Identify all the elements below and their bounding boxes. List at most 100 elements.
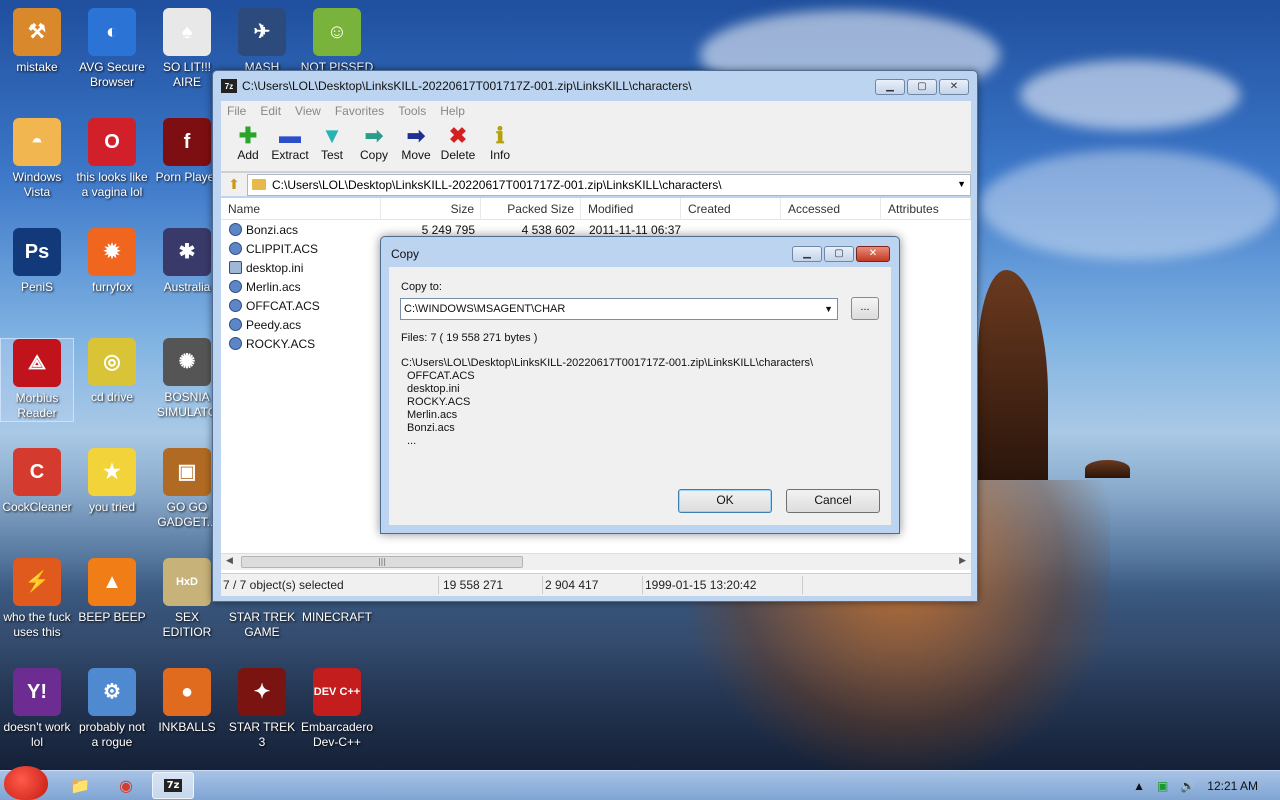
desktop-icon[interactable]: ⟁ Morbius Reader <box>0 338 74 422</box>
toolbar: ✚ Add ▬ Extract ▼ Test ➡ Copy ➡ Move ✖ Delete ℹ Info <box>221 121 971 171</box>
clock[interactable]: 12:21 AM <box>1207 779 1258 793</box>
taskbar-chrome-icon[interactable]: ◉ <box>106 772 146 799</box>
extract-icon: ▬ <box>279 123 301 148</box>
file-size: 5 249 795 <box>421 222 475 237</box>
desktop-icon-label: BEEP BEEP <box>78 610 146 624</box>
menu-edit[interactable]: Edit <box>260 101 289 121</box>
desktop-icon[interactable]: ✈ MASH <box>225 8 299 75</box>
cancel-button[interactable]: Cancel <box>786 489 880 513</box>
close-button[interactable]: ✕ <box>939 79 969 95</box>
desktop-icon-label: CockCleaner <box>2 500 72 514</box>
copy-to-combobox[interactable]: C:\WINDOWS\MSAGENT\CHAR ▼ <box>400 298 838 320</box>
chevron-down-icon[interactable]: ▼ <box>824 304 833 314</box>
7zip-logo-icon: 7z <box>221 79 237 93</box>
volume-icon[interactable]: 🔊 <box>1180 779 1195 793</box>
desktop-icon[interactable]: ▲ BEEP BEEP <box>75 558 149 625</box>
column-packed-size[interactable]: Packed Size <box>481 198 581 219</box>
small-rock <box>1085 460 1130 478</box>
desktop-icon[interactable]: ⚒ mistake <box>0 8 74 75</box>
column-name[interactable]: Name <box>221 198 381 219</box>
toolbar-move-button[interactable]: ➡ Move <box>395 121 437 171</box>
test-icon: ▼ <box>321 123 343 148</box>
dialog-body: Copy to: C:\WINDOWS\MSAGENT\CHAR ▼ ... F… <box>389 267 891 525</box>
toolbar-test-button[interactable]: ▼ Test <box>311 121 353 171</box>
toolbar-copy-button[interactable]: ➡ Copy <box>353 121 395 171</box>
desktop-icon[interactable]: ☺ NOT PISSED <box>300 8 374 75</box>
dialog-close-button[interactable]: ✕ <box>856 246 890 262</box>
menu-help[interactable]: Help <box>440 101 473 121</box>
column-modified[interactable]: Modified <box>581 198 681 219</box>
ok-button[interactable]: OK <box>678 489 772 513</box>
desktop-icon[interactable]: ★ you tried <box>75 448 149 515</box>
taskbar-explorer-icon[interactable]: 📁 <box>60 772 100 799</box>
desktop-icon[interactable]: ◓ Windows Vista <box>0 118 74 200</box>
address-bar: ⬆ C:\Users\LOL\Desktop\LinksKILL-2022061… <box>221 172 971 196</box>
column-size[interactable]: Size <box>381 198 481 219</box>
copy-icon: ➡ <box>364 123 384 148</box>
status-bar: 7 / 7 object(s) selected 19 558 271 2 90… <box>221 574 971 596</box>
desktop-icon[interactable]: ● INKBALLS <box>150 668 224 735</box>
up-folder-icon[interactable]: ⬆ <box>221 174 247 196</box>
taskbar-7zip-icon[interactable]: 7z <box>152 772 194 799</box>
desktop-icon[interactable]: ◐ AVG Secure Browser <box>75 8 149 90</box>
column-accessed[interactable]: Accessed <box>781 198 881 219</box>
desktop-icon[interactable]: Ps PeniS <box>0 228 74 295</box>
scroll-right-icon[interactable]: ▶ <box>959 556 966 566</box>
desktop-icon[interactable]: ◎ cd drive <box>75 338 149 405</box>
agent-file-icon <box>229 337 242 350</box>
info-icon: ℹ <box>495 123 505 148</box>
dialog-maximize-button[interactable]: ▢ <box>824 246 854 262</box>
file-packed-size: 4 538 602 <box>521 222 575 237</box>
list-item: OFFCAT.ACS <box>407 370 475 382</box>
list-item: Bonzi.acs <box>407 422 455 434</box>
column-headers: Name Size Packed Size Modified Created A… <box>221 198 971 220</box>
minimize-button[interactable]: ▁ <box>875 79 905 95</box>
agent-file-icon <box>229 299 242 312</box>
file-name-cell: CLIPPIT.ACS <box>221 242 381 256</box>
desktop-icon[interactable]: Y! doesn't work lol <box>0 668 74 750</box>
column-attributes[interactable]: Attributes <box>881 198 971 219</box>
menu-favorites[interactable]: Favorites <box>335 101 392 121</box>
toolbar-delete-button[interactable]: ✖ Delete <box>437 121 479 171</box>
scrollbar-thumb[interactable]: ||| <box>241 556 523 568</box>
toolbar-extract-button[interactable]: ▬ Extract <box>269 121 311 171</box>
app-icon: DEV C++ <box>313 668 361 716</box>
chevron-down-icon[interactable]: ▼ <box>957 179 966 189</box>
desktop-icon[interactable]: ✹ furryfox <box>75 228 149 295</box>
column-created[interactable]: Created <box>681 198 781 219</box>
dialog-minimize-button[interactable]: ▁ <box>792 246 822 262</box>
app-icon: ◎ <box>88 338 136 386</box>
show-hidden-icons-icon[interactable]: ▲ <box>1133 779 1145 793</box>
agent-file-icon <box>229 242 242 255</box>
desktop-icon[interactable]: ⚙ probably not a rogue <box>75 668 149 750</box>
maximize-button[interactable]: ▢ <box>907 79 937 95</box>
browse-button[interactable]: ... <box>851 297 879 320</box>
horizontal-scrollbar[interactable]: ◀ ||| ▶ <box>221 553 971 570</box>
menu-tools[interactable]: Tools <box>398 101 434 121</box>
desktop-icon[interactable]: ⚡ who the fuck uses this <box>0 558 74 640</box>
network-icon[interactable]: ▣ <box>1157 779 1168 793</box>
copy-dialog[interactable]: Copy ▁ ▢ ✕ Copy to: C:\WINDOWS\MSAGENT\C… <box>380 236 900 534</box>
file-name-cell: Merlin.acs <box>221 280 381 294</box>
start-button-icon[interactable] <box>4 766 48 800</box>
toolbar-button-label: Test <box>320 148 343 162</box>
toolbar-info-button[interactable]: ℹ Info <box>479 121 521 171</box>
desktop-icon[interactable]: C CockCleaner <box>0 448 74 515</box>
address-field[interactable]: C:\Users\LOL\Desktop\LinksKILL-20220617T… <box>247 173 971 196</box>
cloud <box>980 150 1280 260</box>
file-name: ROCKY.ACS <box>246 336 316 351</box>
menu-view[interactable]: View <box>295 101 329 121</box>
cloud <box>1020 60 1240 130</box>
toolbar-add-button[interactable]: ✚ Add <box>227 121 269 171</box>
desktop-icon[interactable]: ✦ STAR TREK 3 <box>225 668 299 750</box>
desktop-icon[interactable]: Othis looks like a vagina lol <box>75 118 149 200</box>
scroll-left-icon[interactable]: ◀ <box>226 556 233 566</box>
list-item: desktop.ini <box>407 383 460 395</box>
app-icon: ● <box>163 668 211 716</box>
desktop-icon-label: you tried <box>88 500 136 514</box>
desktop-icon-label: SEX EDITIOR <box>162 610 212 639</box>
menu-file[interactable]: File <box>227 101 254 121</box>
desktop-icon[interactable]: DEV C++ Embarcadero Dev-C++ <box>300 668 374 750</box>
window-titlebar[interactable]: 7z C:\Users\LOL\Desktop\LinksKILL-202206… <box>213 71 977 101</box>
app-icon: ▣ <box>163 448 211 496</box>
